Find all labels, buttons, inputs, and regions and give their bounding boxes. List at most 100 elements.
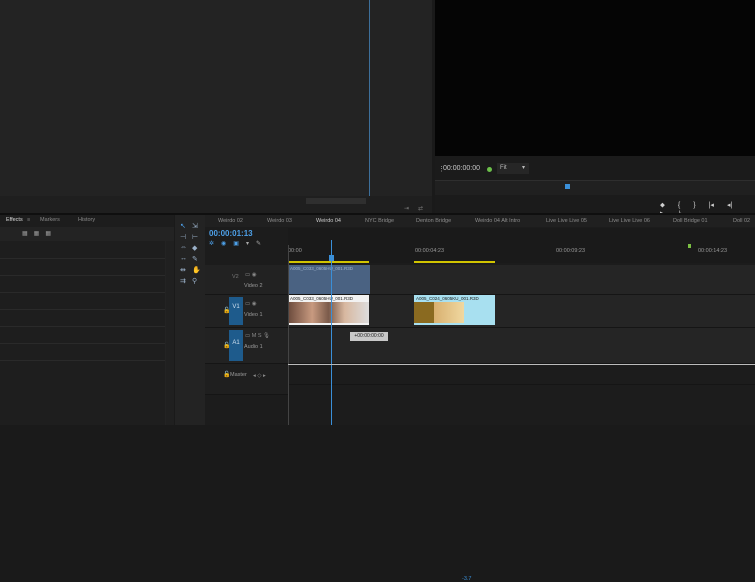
track-forward-tool-icon[interactable]: ⇉: [180, 277, 186, 285]
fit-dropdown[interactable]: Fit ▾: [497, 163, 529, 174]
video-clip[interactable]: A005_C024_0605KU_001.R3D: [414, 295, 495, 325]
timeline-playhead-line[interactable]: [331, 240, 332, 425]
source-scroll-thumb[interactable]: [306, 198, 366, 204]
track-lane-master[interactable]: [288, 364, 755, 385]
timeline-edge-line: [288, 245, 289, 425]
go-to-in-icon[interactable]: |◂: [709, 202, 714, 209]
track-target-v1[interactable]: V1: [229, 297, 243, 325]
list-divider: [0, 258, 165, 259]
tab-history[interactable]: History: [78, 217, 95, 223]
time-ruler[interactable]: 00:00 00:00:04:23 00:00:09:23 00:00:14:2…: [288, 228, 755, 263]
pen-tool-icon[interactable]: ✎: [192, 255, 198, 263]
list-divider: [0, 275, 165, 276]
clip-label: A005_C033_0605HU_001.R3D: [290, 266, 354, 271]
rolling-edit-tool-icon[interactable]: ⊢: [192, 233, 198, 241]
list-divider: [0, 343, 165, 344]
master-volume-value[interactable]: -3.7: [462, 576, 471, 582]
source-monitor-panel: ⇥ ⇄: [0, 0, 432, 213]
accelerated-filter-icon[interactable]: ▦: [22, 231, 34, 237]
slip-tool-icon[interactable]: ↔: [180, 255, 187, 262]
fit-label: Fit: [500, 165, 507, 171]
slide-tool-icon[interactable]: ⇹: [180, 266, 186, 274]
linked-selection-icon[interactable]: ◉: [221, 241, 233, 247]
program-time-ruler[interactable]: [435, 180, 755, 195]
mark-out-icon[interactable]: }: [693, 202, 695, 209]
track-name-master: Master: [230, 372, 247, 378]
program-playhead[interactable]: [565, 184, 570, 189]
list-divider: [0, 326, 165, 327]
snap-icon[interactable]: ✲: [209, 241, 221, 247]
tools-panel: ↖ ⇲ ⊣ ⊢ ⇔ ◆ ↔ ✎ ⇹ ✋ ⇉ ⚲: [175, 215, 205, 425]
timeline-tool-icons: ✲◉▣▾✎: [209, 240, 268, 247]
drag-timecode-tooltip: +00:00:00:00: [350, 332, 388, 341]
chevron-down-icon: ▾: [521, 165, 525, 171]
tab-menu-icon[interactable]: ≡: [27, 217, 30, 223]
tab-markers[interactable]: Markers: [40, 217, 60, 223]
track-header-master: 🔓 Master ◂ ◇ ▸: [205, 364, 288, 395]
tab-sequence[interactable]: Weirdo 04: [316, 218, 341, 224]
tab-sequence[interactable]: Denton Bridge: [416, 218, 451, 224]
track-name-a1: Audio 1: [244, 344, 263, 350]
clip-thumbnail: [434, 302, 464, 323]
timeline-timecode[interactable]: 00:00:01:13: [209, 229, 253, 238]
mark-in-icon[interactable]: {: [678, 202, 680, 209]
keyframe-nav-icon[interactable]: ◂ ◇ ▸: [253, 373, 266, 379]
sequence-tabbar: Weirdo 02 Weirdo 03 Weirdo 04 NYC Bridge…: [205, 215, 755, 227]
yuv-filter-icon[interactable]: ▦: [45, 231, 57, 237]
ruler-label: 00:00:14:23: [698, 248, 728, 254]
hand-tool-icon[interactable]: ✋: [192, 266, 201, 274]
status-dot-icon: [487, 167, 492, 172]
effects-scrollbar[interactable]: [166, 241, 174, 425]
effects-tabbar: Effects ≡ Markers History: [0, 215, 174, 227]
mute-solo-mic-icon[interactable]: ▭ M S 🎙: [245, 333, 270, 339]
effects-filter-icons: ▦▦▦: [22, 230, 57, 237]
track-header-a1: 🔓 A1 ▭ M S 🎙 Audio 1: [205, 328, 288, 364]
track-target-a1[interactable]: A1: [229, 330, 243, 361]
tab-effects[interactable]: Effects: [6, 217, 23, 223]
clip-label: A005_C024_0605KU_001.R3D: [416, 296, 479, 301]
marker-green[interactable]: [688, 244, 691, 248]
tab-sequence[interactable]: Weirdo 03: [267, 218, 292, 224]
clip-thumbnail: [414, 302, 434, 323]
video-clip[interactable]: A005_C033_0605HU_001.R3D: [288, 295, 369, 325]
tab-sequence[interactable]: Live Live Live 05: [546, 218, 587, 224]
overwrite-icon[interactable]: ⇄: [418, 205, 423, 212]
source-monitor-bar: [0, 196, 432, 213]
marker-icon[interactable]: ⬥: [660, 202, 665, 209]
zoom-tool-icon[interactable]: ⚲: [192, 277, 197, 285]
tab-sequence[interactable]: Doll 02: [733, 218, 750, 224]
track-header-v2: V2 ▭ ◉ Video 2: [205, 265, 288, 295]
ruler-label: 00:00:09:23: [556, 248, 586, 254]
program-timecode[interactable]: 00:00:00:00: [443, 165, 480, 172]
tab-sequence[interactable]: Doll Bridge 01: [673, 218, 708, 224]
insert-icon[interactable]: ⇥: [404, 205, 409, 212]
selection-tool-icon[interactable]: ↖: [180, 222, 186, 230]
track-target-v2[interactable]: V2: [232, 274, 239, 280]
toggle-output-icon[interactable]: ▭ ◉: [245, 272, 257, 278]
toggle-output-icon[interactable]: ▭ ◉: [245, 301, 257, 307]
ruler-label: 00:00:04:23: [415, 248, 445, 254]
ripple-edit-tool-icon[interactable]: ⊣: [180, 233, 186, 241]
track-name-v1: Video 1: [244, 312, 263, 318]
video-clip[interactable]: A005_C033_0605HU_001.R3D: [288, 265, 370, 294]
track-lane-v2[interactable]: A005_C033_0605HU_001.R3D: [288, 265, 755, 295]
step-back-icon[interactable]: ◂|: [727, 202, 732, 209]
razor-tool-icon[interactable]: ◆: [192, 244, 197, 252]
add-marker-icon[interactable]: ▣: [233, 241, 246, 247]
list-divider: [0, 309, 165, 310]
clip-label: A005_C033_0605HU_001.R3D: [290, 296, 354, 301]
source-playhead-line: [369, 0, 370, 196]
tab-sequence[interactable]: Weirdo 02: [218, 218, 243, 224]
list-divider: [0, 360, 165, 361]
settings-wrench-icon[interactable]: ✎: [256, 241, 268, 247]
track-lane-v1[interactable]: A005_C033_0605HU_001.R3D A005_C024_0605K…: [288, 295, 755, 328]
master-volume-line[interactable]: [288, 364, 755, 365]
marker-icon[interactable]: ▾: [246, 241, 256, 247]
tab-sequence[interactable]: NYC Bridge: [365, 218, 394, 224]
rate-stretch-tool-icon[interactable]: ⇔: [180, 244, 187, 251]
effects-list[interactable]: [0, 241, 165, 425]
tab-sequence[interactable]: Weirdo 04 Alt Intro: [475, 218, 520, 224]
tab-sequence[interactable]: Live Live Live 06: [609, 218, 650, 224]
track-select-tool-icon[interactable]: ⇲: [192, 222, 198, 230]
32bit-filter-icon[interactable]: ▦: [34, 231, 46, 237]
